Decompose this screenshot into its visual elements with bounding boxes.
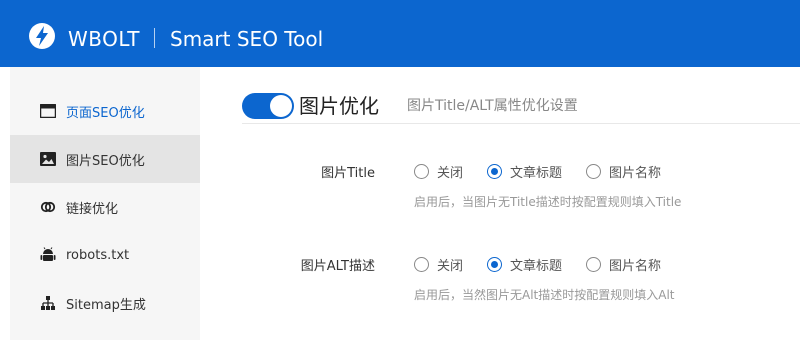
radio-icon [586, 257, 602, 272]
lightning-logo-icon [29, 23, 55, 49]
sidebar-item-label: 页面SEO优化 [66, 105, 145, 121]
toggle-knob [270, 95, 292, 117]
radio-title-post-title[interactable]: 文章标题 [487, 162, 562, 181]
radio-checked-icon [487, 257, 503, 272]
brand-name: WBOLT [68, 27, 140, 51]
link-icon [40, 199, 56, 215]
radio-alt-off[interactable]: 关闭 [414, 255, 463, 274]
radio-icon [414, 257, 429, 272]
sidebar-item-label: Sitemap生成 [66, 297, 146, 313]
image-alt-hint: 启用后，当然图片无Alt描述时按配置规则填入Alt [414, 288, 675, 302]
section-title: 图片优化 [299, 94, 379, 118]
sidebar-item-page-seo[interactable]: 页面SEO优化 [10, 87, 200, 135]
image-alt-radio-group: 关闭 文章标题 图片名称 [414, 255, 685, 274]
sidebar-item-sitemap[interactable]: Sitemap生成 [10, 279, 200, 327]
radio-icon [414, 164, 429, 179]
radio-alt-post-title[interactable]: 文章标题 [487, 255, 562, 274]
image-alt-label: 图片ALT描述 [300, 259, 375, 274]
radio-icon [586, 164, 602, 179]
android-icon [40, 247, 56, 263]
section-divider [242, 123, 800, 124]
radio-checked-icon [487, 164, 503, 179]
sidebar-item-label: 链接优化 [66, 201, 119, 217]
image-optimization-toggle[interactable] [242, 93, 294, 119]
sidebar-item-label: robots.txt [66, 247, 130, 263]
header-divider [154, 28, 155, 48]
radio-title-off[interactable]: 关闭 [414, 162, 463, 181]
sidebar-item-robots[interactable]: robots.txt [10, 231, 200, 279]
main-panel: 图片优化 图片Title/ALT属性优化设置 图片Title 关闭 文章标题 图… [200, 67, 800, 340]
section-subtitle: 图片Title/ALT属性优化设置 [407, 98, 578, 114]
sidebar-item-label: 图片SEO优化 [66, 153, 145, 169]
sidebar-item-image-seo[interactable]: 图片SEO优化 [10, 135, 200, 183]
radio-alt-image-name[interactable]: 图片名称 [586, 255, 661, 274]
image-icon [40, 151, 56, 167]
image-title-hint: 启用后，当图片无Title描述时按配置规则填入Title [414, 195, 682, 209]
app-header: WBOLT Smart SEO Tool [0, 0, 800, 67]
image-title-radio-group: 关闭 文章标题 图片名称 [414, 162, 685, 181]
app-title: Smart SEO Tool [170, 27, 324, 51]
sidebar-item-link[interactable]: 链接优化 [10, 183, 200, 231]
radio-title-image-name[interactable]: 图片名称 [586, 162, 661, 181]
sidebar: 页面SEO优化 图片SEO优化 链接优化 robots.txt Sitemap生… [10, 67, 200, 340]
window-icon [40, 103, 56, 119]
image-title-label: 图片Title [321, 166, 375, 181]
sitemap-icon [40, 295, 56, 311]
